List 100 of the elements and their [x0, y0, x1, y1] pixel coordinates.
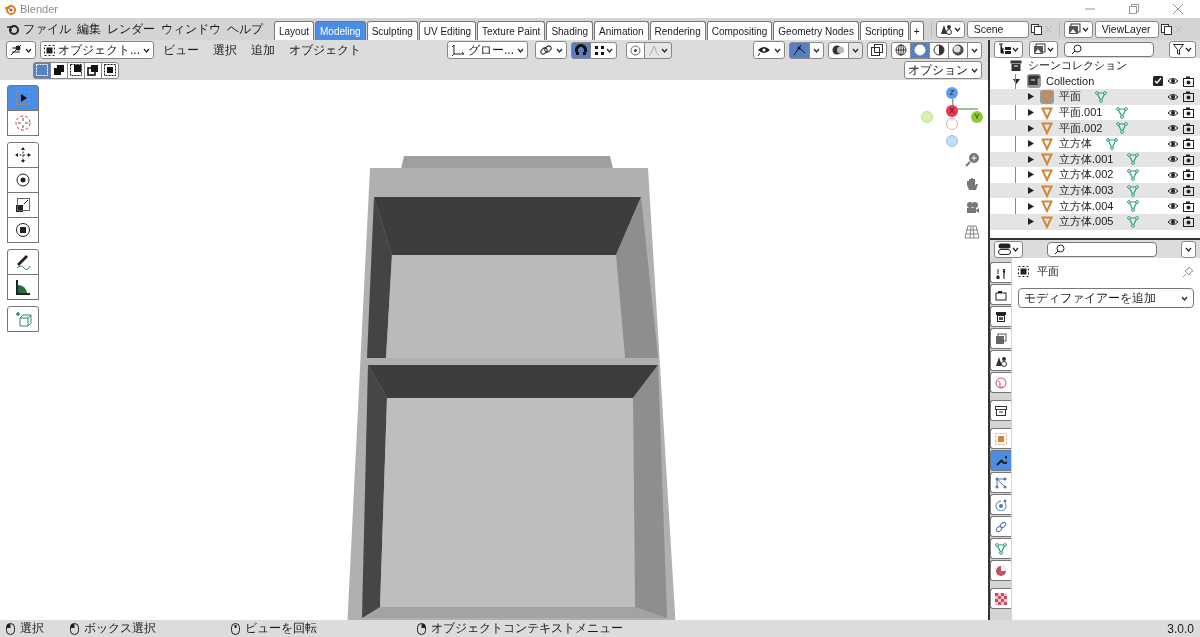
menu-item[interactable]: 追加: [246, 41, 280, 59]
shading-button[interactable]: [929, 41, 949, 59]
eye-icon[interactable]: [1167, 76, 1179, 87]
menu-item[interactable]: レンダー: [104, 20, 158, 38]
snap-type-button[interactable]: [590, 41, 617, 59]
eye-icon[interactable]: [1167, 169, 1179, 180]
menu-item[interactable]: ビュー: [158, 41, 204, 59]
properties-tab[interactable]: [990, 350, 1011, 371]
options-dropdown[interactable]: [1181, 240, 1196, 258]
close-icon[interactable]: [1173, 4, 1183, 14]
workspace-tab[interactable]: Shading: [546, 21, 594, 40]
outliner-label[interactable]: 平面: [1059, 89, 1081, 105]
select-mode-button[interactable]: [50, 61, 68, 79]
workspace-tab[interactable]: Rendering: [649, 21, 706, 40]
mode-dropdown[interactable]: オブジェクト...: [40, 41, 154, 59]
camera-icon[interactable]: [1183, 153, 1194, 165]
menu-item[interactable]: 編集: [74, 20, 104, 38]
snap-toggle[interactable]: [571, 41, 591, 59]
workspace-tab[interactable]: Compositing: [706, 21, 773, 40]
workspace-tab[interactable]: UV Editing: [418, 21, 476, 40]
workspace-tab[interactable]: Texture Paint: [477, 21, 546, 40]
browse-button[interactable]: [1063, 20, 1093, 38]
tool-button[interactable]: [7, 85, 39, 111]
gizmo-toggle[interactable]: [789, 41, 810, 59]
grid-icon[interactable]: [964, 224, 980, 240]
options-dropdown[interactable]: オプション: [904, 61, 982, 79]
workspace-tab[interactable]: Layout: [274, 21, 315, 40]
outliner-label[interactable]: Collection: [1046, 75, 1095, 88]
add-modifier-dropdown[interactable]: モディファイアーを追加: [1018, 288, 1194, 308]
workspace-tab[interactable]: Geometry Nodes: [773, 21, 859, 40]
eye-icon[interactable]: [1167, 123, 1179, 134]
tool-button[interactable]: [7, 217, 39, 243]
camera-icon[interactable]: [1183, 91, 1194, 103]
eye-icon[interactable]: [1167, 138, 1179, 149]
search-field[interactable]: [1047, 241, 1157, 257]
editor-type-button[interactable]: [994, 240, 1023, 258]
properties-tab[interactable]: [990, 306, 1011, 327]
zoom-icon[interactable]: [964, 152, 980, 168]
tool-button[interactable]: [7, 167, 39, 193]
falloff-button[interactable]: [644, 41, 672, 59]
select-mode-button[interactable]: [84, 61, 102, 79]
overlay-menu-button[interactable]: [848, 41, 863, 59]
menu-item[interactable]: ファイル: [20, 20, 74, 38]
gizmo-menu-button[interactable]: [809, 41, 824, 59]
shading-button[interactable]: [948, 41, 968, 59]
browse-button[interactable]: [935, 20, 965, 38]
camera-icon[interactable]: [1183, 107, 1194, 119]
xray-toggle[interactable]: [867, 41, 887, 59]
pivot-button[interactable]: [535, 41, 567, 59]
shading-menu-button[interactable]: [967, 41, 982, 59]
visibility-button[interactable]: [753, 41, 785, 59]
camera-icon[interactable]: [1183, 138, 1194, 150]
tool-button[interactable]: [7, 274, 39, 300]
menu-item[interactable]: 選択: [208, 41, 242, 59]
eye-icon[interactable]: [1167, 201, 1179, 212]
menu-item[interactable]: ヘルプ: [224, 20, 266, 38]
properties-tab[interactable]: [990, 284, 1011, 305]
workspace-tab[interactable]: Scripting: [859, 21, 909, 40]
axis-handle[interactable]: Z: [946, 87, 958, 99]
select-mode-button[interactable]: [67, 61, 85, 79]
axis-handle[interactable]: [921, 111, 933, 123]
camera-icon[interactable]: [1183, 185, 1194, 197]
display-mode-button[interactable]: [1029, 40, 1058, 58]
overlay-toggle[interactable]: [828, 41, 849, 59]
select-mode-button[interactable]: [101, 61, 119, 79]
camera-icon[interactable]: [1183, 75, 1194, 87]
camera-icon[interactable]: [1183, 200, 1194, 212]
hand-icon[interactable]: [964, 176, 980, 192]
tool-button[interactable]: [7, 192, 39, 218]
camera-icon[interactable]: [1183, 122, 1194, 134]
axis-handle[interactable]: X: [946, 105, 958, 117]
properties-tab[interactable]: [990, 400, 1011, 421]
eye-icon[interactable]: [1167, 154, 1179, 165]
checkbox[interactable]: [1153, 76, 1163, 87]
view-layer-field[interactable]: ViewLayer: [1094, 20, 1159, 38]
proportional-edit-toggle[interactable]: [626, 41, 645, 59]
scene-field[interactable]: Scene: [966, 20, 1029, 38]
menu-item[interactable]: オブジェクト: [284, 41, 366, 59]
add-workspace-button[interactable]: +: [909, 21, 924, 40]
axis-handle[interactable]: Y: [971, 111, 983, 123]
eye-icon[interactable]: [1167, 92, 1179, 102]
filter-button[interactable]: [1169, 40, 1196, 58]
camera-icon[interactable]: [1183, 169, 1194, 181]
workspace-tab[interactable]: Animation: [594, 21, 649, 40]
workspace-tab[interactable]: Sculpting: [366, 21, 418, 40]
shading-button[interactable]: [891, 41, 911, 59]
eye-icon[interactable]: [1167, 107, 1179, 118]
orientation-dropdown[interactable]: グロー...: [447, 41, 528, 59]
copy-icon[interactable]: [1160, 23, 1172, 35]
axis-handle[interactable]: [946, 118, 958, 130]
properties-tab[interactable]: [990, 262, 1011, 283]
outliner-label[interactable]: 立方体.004: [1059, 198, 1114, 214]
axis-handle[interactable]: [946, 135, 958, 147]
tool-button[interactable]: [7, 249, 39, 275]
search-field[interactable]: [1064, 41, 1154, 57]
copy-icon[interactable]: [1030, 23, 1042, 35]
outliner-label[interactable]: 立方体.002: [1059, 167, 1114, 183]
camera-icon[interactable]: [1183, 216, 1194, 228]
eye-icon[interactable]: [1167, 185, 1179, 196]
editor-type-button[interactable]: [6, 41, 36, 59]
